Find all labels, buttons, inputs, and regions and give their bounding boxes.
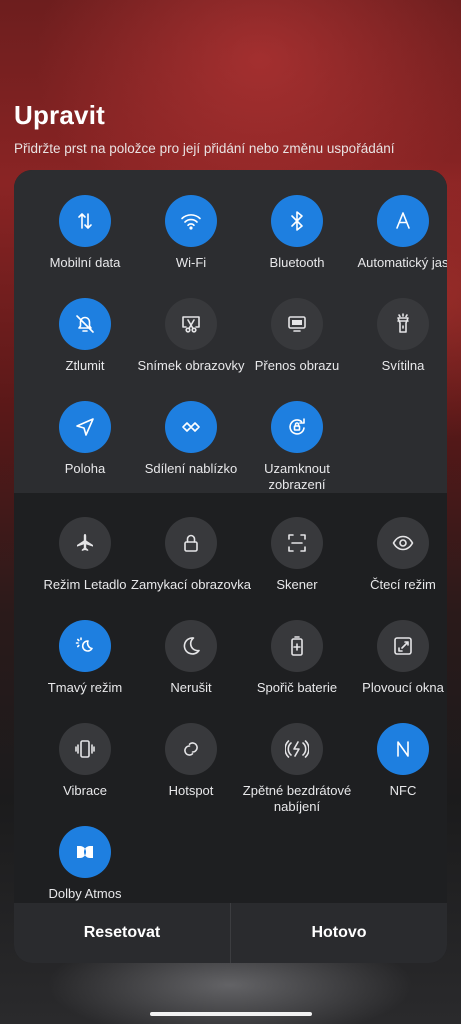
tile-screenshot[interactable]: Snímek obrazovky (137, 298, 245, 398)
tile-wifi[interactable]: Wi-Fi (137, 195, 245, 295)
tile-battery-saver[interactable]: Spořič baterie (243, 620, 351, 720)
tile-label: Nerušit (170, 680, 212, 695)
tile-label: Plovoucí okna (362, 680, 444, 695)
lock-icon (165, 517, 217, 569)
active-tiles-section: Mobilní data Wi-Fi Bluetooth Automatický ja… (14, 170, 447, 493)
eye-icon (377, 517, 429, 569)
tile-label: NFC (389, 783, 417, 798)
tile-floating-window[interactable]: Plovoucí okna (349, 620, 447, 720)
tile-label: Sdílení nablízko (144, 461, 238, 476)
tile-label: Přenos obrazu (254, 358, 340, 373)
tile-reverse-charging[interactable]: Zpětné bezdrátové nabíjení (243, 723, 351, 823)
tile-label: Skener (276, 577, 318, 592)
tile-auto-brightness[interactable]: Automatický jas (349, 195, 447, 295)
mute-bell-icon (59, 298, 111, 350)
page-subtitle: Přidržte prst na položce pro její přidán… (14, 141, 395, 156)
tile-mobile-data[interactable]: Mobilní data (31, 195, 139, 295)
tile-nfc[interactable]: NFC (349, 723, 447, 823)
battery-saver-icon (271, 620, 323, 672)
vibration-icon (59, 723, 111, 775)
tile-label: Uzamknout zobrazení (264, 461, 330, 492)
edit-footer: Resetovat Hotovo (14, 903, 447, 963)
location-icon (59, 401, 111, 453)
tile-hotspot[interactable]: Hotspot (137, 723, 245, 823)
nfc-icon (377, 723, 429, 775)
dark-mode-icon (59, 620, 111, 672)
rotation-lock-icon (271, 401, 323, 453)
tile-rotation-lock[interactable]: Uzamknout zobrazení (243, 401, 351, 501)
tile-label: Hotspot (168, 783, 214, 798)
tile-label: Dolby Atmos (48, 886, 122, 901)
airplane-icon (59, 517, 111, 569)
tile-airplane[interactable]: Režim Letadlo (31, 517, 139, 617)
tile-label: Automatický jas (357, 255, 447, 270)
tile-label: Čtecí režim (370, 577, 436, 592)
moon-icon (165, 620, 217, 672)
tile-label: Ztlumit (65, 358, 105, 373)
reverse-charging-icon (271, 723, 323, 775)
tile-label: Poloha (64, 461, 106, 476)
tile-mute-bell[interactable]: Ztlumit (31, 298, 139, 398)
tile-label: Vibrace (63, 783, 107, 798)
tile-nearby-share[interactable]: Sdílení nablízko (137, 401, 245, 501)
floating-window-icon (377, 620, 429, 672)
mobile-data-icon (59, 195, 111, 247)
wifi-icon (165, 195, 217, 247)
dolby-icon (59, 826, 111, 878)
tile-bluetooth[interactable]: Bluetooth (243, 195, 351, 295)
nearby-share-icon (165, 401, 217, 453)
screen-cast-icon (271, 298, 323, 350)
tile-eye[interactable]: Čtecí režim (349, 517, 447, 617)
tile-moon[interactable]: Nerušit (137, 620, 245, 720)
auto-brightness-icon (377, 195, 429, 247)
tile-label: Spořič baterie (256, 680, 338, 695)
tile-label: Bluetooth (269, 255, 325, 270)
tile-label: Zamykací obrazovka (131, 577, 251, 592)
page-title: Upravit (14, 100, 105, 130)
tile-label: Wi-Fi (175, 255, 207, 270)
tile-lock[interactable]: Zamykací obrazovka (131, 517, 251, 617)
tile-vibration[interactable]: Vibrace (31, 723, 139, 823)
edit-header: Upravit Přidržte prst na položce pro jej… (14, 100, 454, 156)
tile-dark-mode[interactable]: Tmavý režim (31, 620, 139, 720)
tile-label: Zpětné bezdrátové nabíjení (242, 783, 352, 814)
tile-screen-cast[interactable]: Přenos obrazu (243, 298, 351, 398)
done-button[interactable]: Hotovo (231, 903, 447, 963)
bluetooth-icon (271, 195, 323, 247)
reset-button[interactable]: Resetovat (14, 903, 230, 963)
available-tiles-section: Režim Letadlo Zamykací obrazovka Skener Čte… (14, 493, 447, 903)
tile-flashlight[interactable]: Svítilna (349, 298, 447, 398)
tile-label: Režim Letadlo (43, 577, 127, 592)
tile-label: Mobilní data (49, 255, 121, 270)
quick-settings-panel: Mobilní data Wi-Fi Bluetooth Automatický ja… (14, 170, 447, 963)
scanner-icon (271, 517, 323, 569)
tile-label: Svítilna (381, 358, 425, 373)
tile-location[interactable]: Poloha (31, 401, 139, 501)
home-indicator[interactable] (150, 1012, 312, 1016)
tile-label: Tmavý režim (47, 680, 123, 695)
tile-label: Snímek obrazovky (137, 358, 245, 373)
tile-scanner[interactable]: Skener (243, 517, 351, 617)
hotspot-icon (165, 723, 217, 775)
flashlight-icon (377, 298, 429, 350)
screenshot-icon (165, 298, 217, 350)
